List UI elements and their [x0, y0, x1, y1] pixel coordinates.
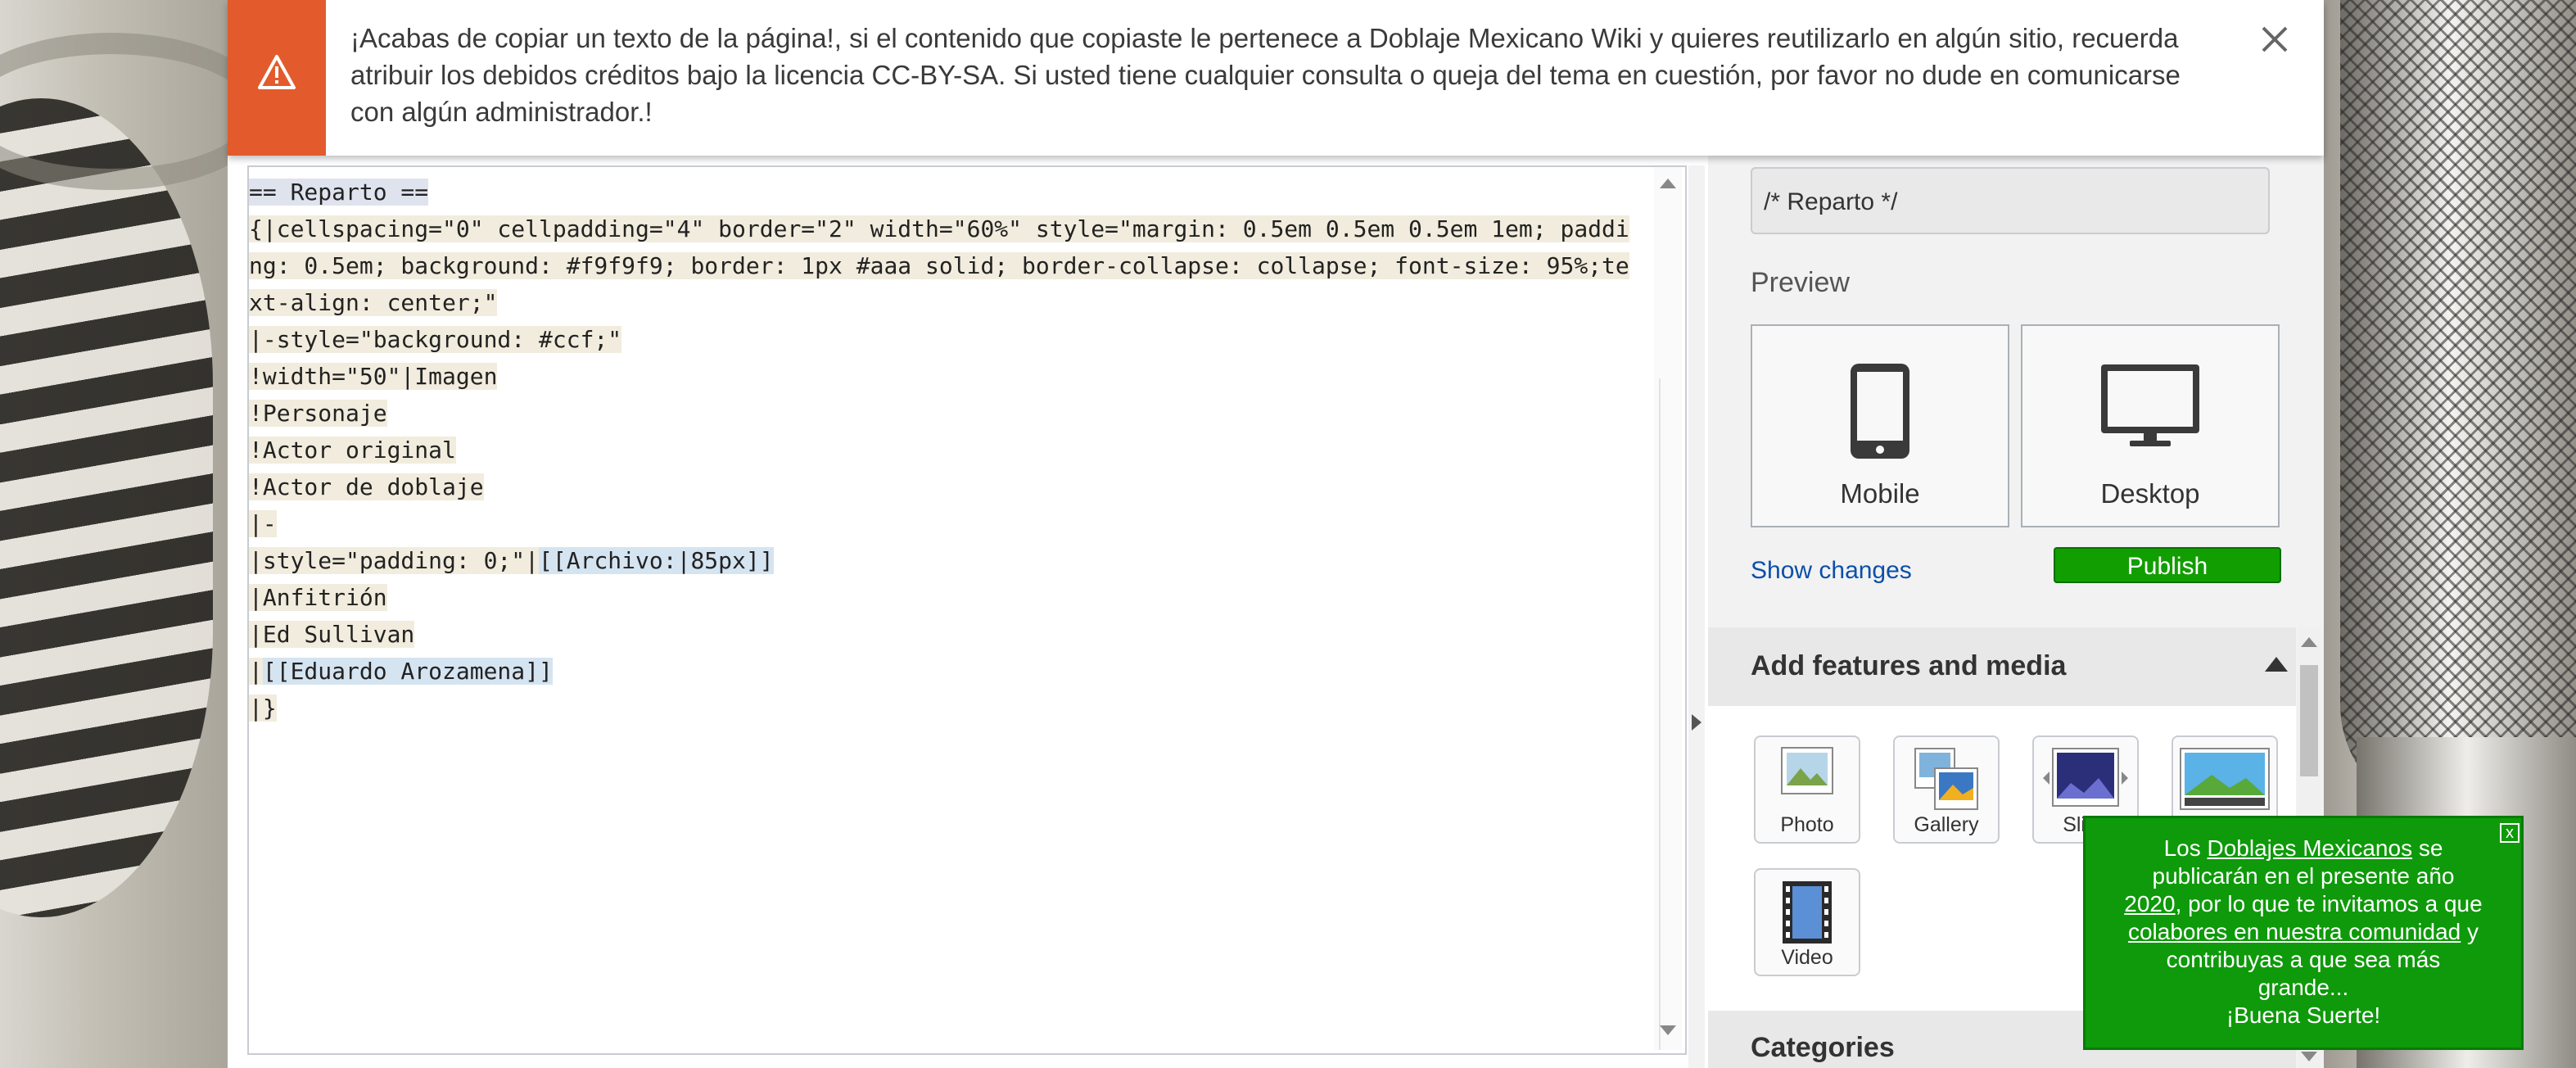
- source-line: |-: [249, 505, 1641, 542]
- promo-link-year[interactable]: 2020: [2124, 891, 2175, 916]
- categories-title: Categories: [1751, 1032, 1895, 1063]
- notice-message: ¡Acabas de copiar un texto de la página!…: [350, 23, 2181, 127]
- source-scrollbar-thumb[interactable]: [1659, 378, 1679, 1050]
- source-editor-textarea[interactable]: == Reparto == {|cellspacing="0" cellpaddi…: [247, 165, 1687, 1055]
- promo-text-3: , por lo que te invitamos a que: [2175, 891, 2483, 916]
- promo-link-community[interactable]: colabores en nuestra comunidad: [2128, 919, 2461, 944]
- preview-desktop-button[interactable]: Desktop: [2021, 324, 2280, 527]
- mobile-phone-icon: [1851, 364, 1909, 459]
- microphone-ring-image: [0, 33, 229, 190]
- source-line-text: |: [249, 658, 263, 685]
- source-line: !width="50"|Imagen: [249, 358, 1641, 395]
- notice-icon-box: [228, 0, 326, 156]
- source-line: |[[Eduardo Arozamena]]: [249, 653, 1641, 690]
- source-line: == Reparto ==: [249, 174, 1641, 210]
- promo-close-button[interactable]: x: [2500, 823, 2520, 843]
- source-line: !Actor original: [249, 432, 1641, 468]
- source-line-text: |Ed Sullivan: [249, 621, 415, 648]
- promo-text-5: ¡Buena Suerte!: [2226, 1002, 2381, 1028]
- preview-label: Preview: [1751, 267, 1850, 298]
- gallery-label: Gallery: [1914, 813, 1979, 836]
- promo-text: Los Doblajes Mexicanos se publicarán en …: [2122, 835, 2485, 1030]
- source-line: |style="padding: 0;"|[[Archivo:|85px]]: [249, 542, 1641, 579]
- add-features-header[interactable]: Add features and media: [1708, 627, 2296, 706]
- video-label: Video: [1781, 946, 1833, 969]
- warning-icon: [258, 55, 296, 89]
- preview-mobile-button[interactable]: Mobile: [1751, 324, 2009, 527]
- source-line-text: |-style="background: #ccf;": [249, 326, 622, 353]
- source-line: |Anfitrión: [249, 579, 1641, 616]
- source-line-text: |-: [249, 510, 277, 537]
- rail-scroll-up-arrow-icon[interactable]: [2301, 637, 2317, 647]
- source-line: |-style="background: #ccf;": [249, 321, 1641, 358]
- scroll-up-arrow-icon[interactable]: [1660, 179, 1676, 188]
- show-changes-link[interactable]: Show changes: [1751, 557, 1912, 585]
- source-wikilink: [[Archivo:|85px]]: [539, 547, 774, 574]
- rail-scrollbar-thumb[interactable]: [2300, 665, 2318, 776]
- microphone-mesh-image: [2340, 0, 2576, 819]
- photo-label: Photo: [1780, 813, 1834, 836]
- desktop-monitor-icon: [2101, 364, 2199, 446]
- scroll-down-arrow-icon[interactable]: [1660, 1025, 1676, 1035]
- source-line: {|cellspacing="0" cellpadding="4" border…: [249, 210, 1641, 321]
- source-line-text: |}: [249, 695, 277, 722]
- source-line-text: |Anfitrión: [249, 584, 387, 611]
- source-line: !Actor de doblaje: [249, 468, 1641, 505]
- collapse-up-arrow-icon[interactable]: [2265, 657, 2288, 672]
- video-icon: [1783, 881, 1832, 944]
- copy-notice-banner: ¡Acabas de copiar un texto de la página!…: [228, 0, 2324, 156]
- source-line-text: !width="50"|Imagen: [249, 363, 498, 390]
- source-line-text: |style="padding: 0;"|: [249, 547, 540, 574]
- rail-scroll-down-arrow-icon[interactable]: [2301, 1052, 2317, 1061]
- source-line-text: {|cellspacing="0" cellpadding="4" border…: [249, 215, 1629, 316]
- source-line-text: == Reparto ==: [249, 179, 429, 206]
- add-gallery-button[interactable]: Gallery: [1893, 735, 2000, 844]
- source-line: |Ed Sullivan: [249, 616, 1641, 653]
- collapse-triangle-icon[interactable]: [1692, 714, 1702, 731]
- rail-collapse-handle[interactable]: [1688, 165, 1705, 1068]
- promo-popup: x Los Doblajes Mexicanos se publicarán e…: [2083, 816, 2524, 1050]
- edit-summary-input[interactable]: /* Reparto */: [1751, 167, 2270, 234]
- preview-mobile-label: Mobile: [1840, 478, 1920, 509]
- source-line-text: !Personaje: [249, 400, 387, 427]
- source-wikilink: [[Eduardo Arozamena]]: [262, 658, 553, 685]
- microphone-grill-image: [0, 98, 213, 917]
- promo-link-doblajes[interactable]: Doblajes Mexicanos: [2208, 835, 2413, 861]
- publish-button[interactable]: Publish: [2054, 547, 2281, 583]
- add-features-title: Add features and media: [1751, 650, 2067, 681]
- slideshow-icon: [2043, 748, 2128, 807]
- slider-icon: [2180, 748, 2270, 810]
- source-scrollbar[interactable]: [1654, 167, 1682, 1050]
- source-line: |}: [249, 690, 1641, 726]
- source-code-text[interactable]: == Reparto == {|cellspacing="0" cellpaddi…: [249, 174, 1641, 726]
- close-icon[interactable]: [2257, 21, 2293, 57]
- gallery-icon: [1914, 748, 1978, 810]
- add-video-button[interactable]: Video: [1754, 868, 1860, 976]
- photo-icon: [1781, 747, 1833, 794]
- background-left-microphone: [0, 0, 229, 1068]
- source-line: !Personaje: [249, 395, 1641, 432]
- add-photo-button[interactable]: Photo: [1754, 735, 1860, 844]
- source-line-text: !Actor de doblaje: [249, 473, 484, 500]
- preview-desktop-label: Desktop: [2100, 478, 2200, 509]
- source-line-text: !Actor original: [249, 437, 456, 464]
- promo-text-1: Los: [2163, 835, 2208, 861]
